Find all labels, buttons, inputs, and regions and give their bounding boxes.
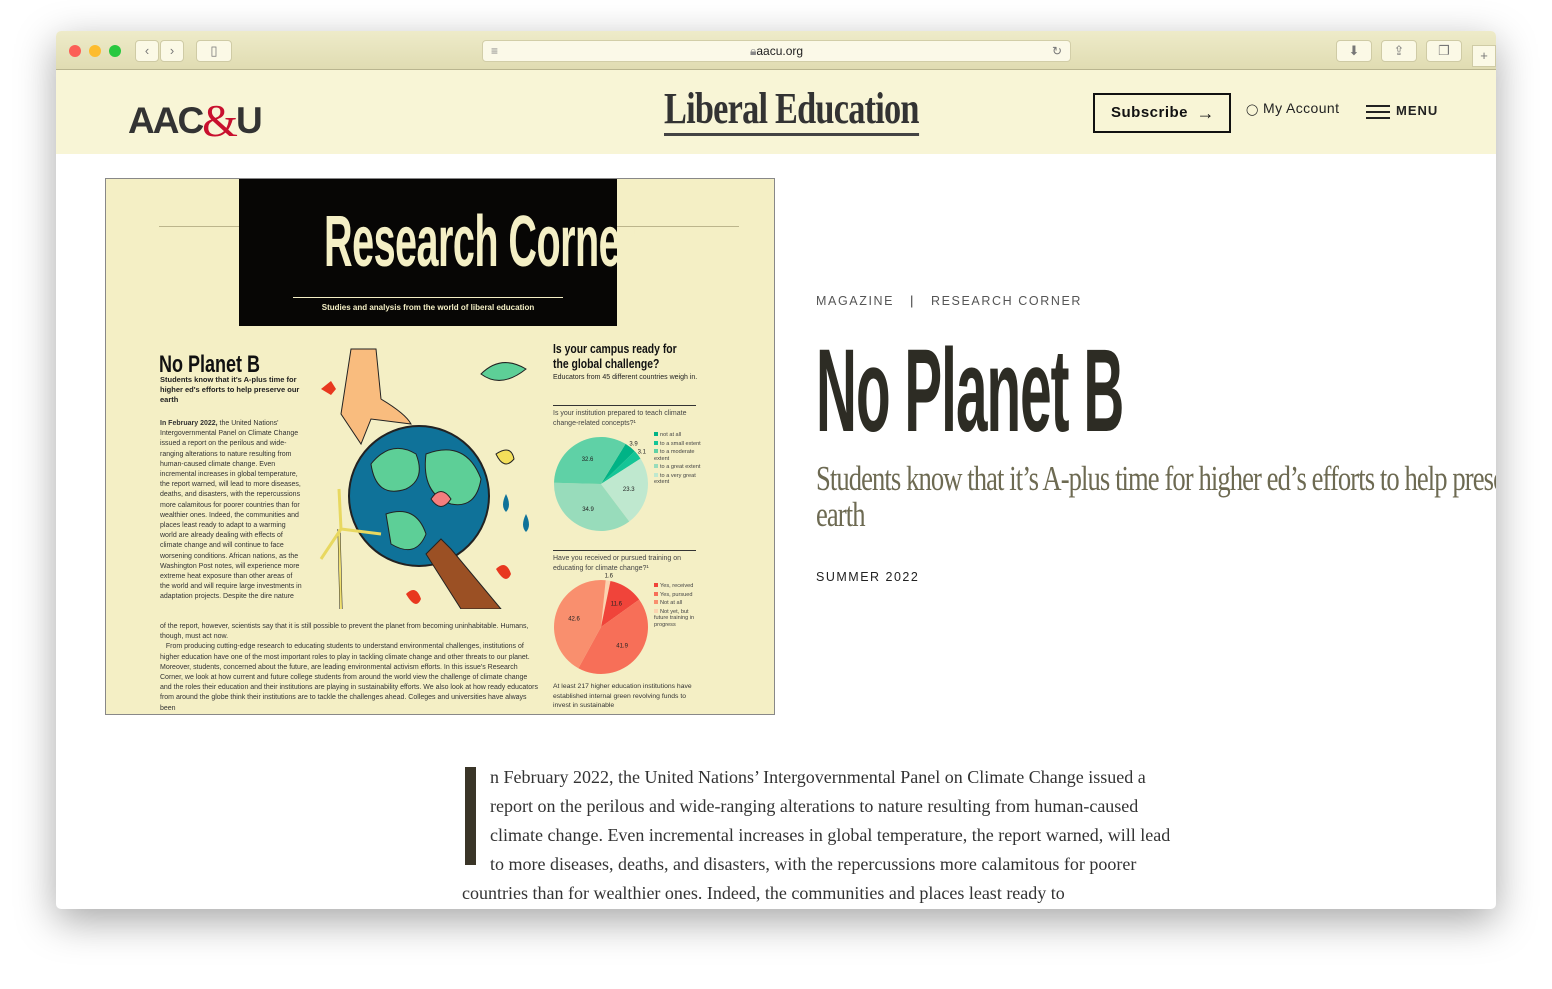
minimize-window-button[interactable]: [89, 45, 101, 57]
share-icon[interactable]: ⇪: [1381, 40, 1417, 62]
legend-swatch: [654, 464, 658, 468]
menu-button[interactable]: MENU: [1366, 103, 1438, 119]
legend-label: to a very great extent: [654, 472, 696, 486]
pie-data-label: 23.3: [623, 487, 635, 493]
legend-swatch: [654, 591, 658, 596]
aacu-logo[interactable]: AAC&U: [128, 91, 263, 146]
reload-icon[interactable]: ↻: [1052, 41, 1062, 62]
magazine-column-text: In February 2022, the United Nations' In…: [160, 420, 302, 601]
legend-item: to a small extent: [654, 440, 704, 448]
legend-swatch: [654, 600, 658, 604]
breadcrumb-separator: |: [910, 294, 915, 308]
legend-item: to a very great extent: [654, 472, 704, 486]
forward-button[interactable]: ›: [160, 40, 184, 62]
pie-data-label: 41.9: [616, 644, 628, 650]
close-window-button[interactable]: [69, 45, 81, 57]
article-hero-image: Research Corner Studies and analysis fro…: [105, 178, 775, 715]
issue-label[interactable]: SUMMER 2022: [816, 570, 919, 584]
earth-illustration: [319, 348, 529, 609]
hamburger-icon: [1366, 104, 1390, 119]
pie-data-label: 32.6: [582, 457, 594, 463]
legend-label: Yes, pursued: [660, 591, 693, 598]
sidebar-icon[interactable]: ▯: [196, 40, 232, 62]
legend-label: to a great extent: [660, 464, 701, 470]
category-magazine-link[interactable]: MAGAZINE: [816, 294, 894, 308]
browser-toolbar: ‹ › ▯ ≡ 🔒︎aacu.org ↻ ⬇ ⇪ ❐ +: [56, 31, 1496, 70]
chart1-title: Is your institution prepared to teach cl…: [553, 405, 696, 428]
legend-item: Yes, received: [654, 583, 704, 590]
reader-icon[interactable]: ≡: [491, 41, 498, 62]
pie-chart-preparedness: 3.93.1 23.3 34.9 32.6: [554, 437, 648, 531]
arrow-right-icon: →: [1196, 103, 1215, 123]
legend-swatch: [654, 472, 658, 477]
breadcrumb: MAGAZINE | RESEARCH CORNER: [816, 294, 1082, 308]
site-header: AAC&U Liberal Education Subscribe → ◯ My …: [56, 70, 1496, 154]
back-button[interactable]: ‹: [135, 40, 159, 62]
legend-item: to a great extent: [654, 464, 704, 471]
legend-item: Not at all: [654, 600, 704, 607]
article-body: In February 2022, the United Nations’ In…: [462, 763, 1174, 908]
legend-label: Yes, received: [660, 583, 694, 589]
zoom-window-button[interactable]: [109, 45, 121, 57]
legend-swatch: [654, 449, 658, 453]
banner-title: Research Corner: [324, 202, 635, 282]
sidebar-title: Is your campus ready for the global chal…: [553, 341, 677, 371]
sidebar-footer: At least 217 higher education institutio…: [553, 683, 692, 709]
research-corner-banner: Research Corner Studies and analysis fro…: [239, 179, 635, 326]
legend-swatch: [654, 583, 658, 587]
legend-swatch: [654, 440, 658, 445]
chart1-legend: not at all to a small extent to a moderate…: [654, 432, 704, 488]
url-text: aacu.org: [756, 44, 804, 58]
chart2-legend: Yes, received Yes, pursued Not at all Not y…: [654, 583, 704, 630]
chart2-title: Have you received or pursued training on…: [553, 550, 696, 573]
my-account-link[interactable]: ◯ My Account: [1246, 100, 1339, 116]
pie-chart-training: 1.6 11.6 41.9 42.6: [554, 574, 648, 674]
magazine-subtitle: Students know that it's A-plus time for …: [160, 375, 300, 404]
new-tab-button[interactable]: +: [1472, 45, 1496, 67]
article-dek: Students know that it’s A-plus time for …: [816, 459, 1496, 534]
legend-swatch: [654, 432, 658, 436]
drop-cap: I: [465, 767, 476, 865]
pie-data-label: 42.6: [568, 617, 580, 623]
legend-label: not at all: [660, 432, 682, 438]
pie-data-label: 34.9: [582, 507, 594, 513]
legend-item: Not yet, but future training in progress: [654, 608, 704, 629]
category-research-corner-link[interactable]: RESEARCH CORNER: [931, 294, 1082, 308]
downloads-icon[interactable]: ⬇: [1336, 40, 1372, 62]
address-bar[interactable]: ≡ 🔒︎aacu.org ↻: [482, 40, 1071, 62]
magazine-wide-text: of the report, however, scientists say t…: [160, 623, 538, 712]
liberal-education-masthead[interactable]: Liberal Education: [664, 87, 919, 136]
browser-window: ‹ › ▯ ≡ 🔒︎aacu.org ↻ ⬇ ⇪ ❐ + AAC&U Liberal…: [56, 31, 1496, 909]
pie-data-label: 11.6: [611, 601, 623, 607]
legend-label: Not yet, but future training in progress: [654, 608, 695, 628]
article-title: No Planet B: [816, 325, 1124, 457]
legend-label: to a moderate extent: [654, 449, 695, 462]
article-paragraph: n February 2022, the United Nations’ Int…: [462, 767, 1171, 903]
user-icon: ◯: [1246, 104, 1259, 116]
legend-item: not at all: [654, 432, 704, 439]
pie-data-label: 1.6: [605, 574, 614, 580]
tabs-icon[interactable]: ❐: [1426, 40, 1462, 62]
banner-subtitle: Studies and analysis from the world of l…: [321, 303, 535, 312]
legend-label: to a small extent: [660, 440, 701, 447]
pie-data-label: 3.1: [638, 450, 647, 456]
subscribe-button[interactable]: Subscribe →: [1093, 93, 1231, 133]
legend-swatch: [654, 608, 658, 613]
sidebar-subtitle: Educators from 45 different countries we…: [553, 374, 698, 381]
pie-data-label: 3.9: [629, 441, 638, 447]
legend-item: to a moderate extent: [654, 449, 704, 462]
legend-label: Not at all: [660, 600, 683, 606]
legend-item: Yes, pursued: [654, 591, 704, 599]
